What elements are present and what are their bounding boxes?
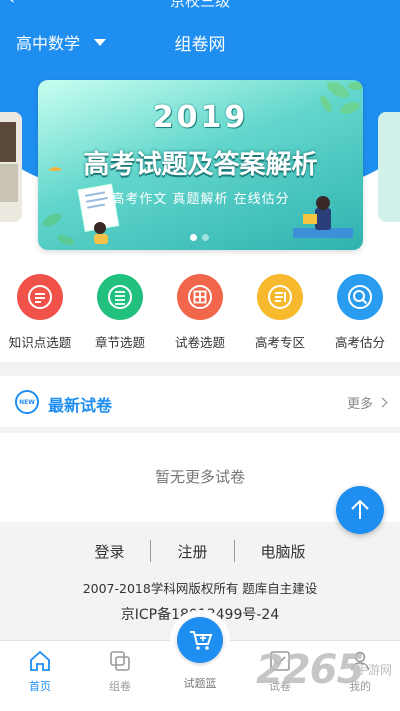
nav-label: 组卷 bbox=[109, 680, 131, 693]
more-link[interactable]: 更多 bbox=[346, 393, 388, 412]
desktop-version-link[interactable]: 电脑版 bbox=[235, 541, 332, 562]
nav-label-basket: 试题篮 bbox=[183, 677, 217, 690]
carousel-dot[interactable] bbox=[202, 234, 209, 241]
photo-thumbnail-icon bbox=[0, 112, 22, 222]
carousel-next-peek[interactable] bbox=[378, 112, 400, 222]
section-title: 最新试卷 bbox=[48, 396, 113, 415]
watermark-text: 手游网 bbox=[356, 663, 393, 677]
category-grid: 知识点选题 章节选题 试卷选题 高考专区 高考估分 bbox=[0, 270, 400, 360]
chevron-right-icon bbox=[377, 397, 388, 408]
category-label: 试卷选题 bbox=[174, 335, 225, 350]
category-label: 章节选题 bbox=[94, 335, 145, 350]
register-link[interactable]: 注册 bbox=[151, 541, 233, 562]
arrow-up-icon bbox=[351, 499, 369, 519]
nav-label: 首页 bbox=[29, 680, 51, 693]
nav-home[interactable]: 首页 bbox=[10, 649, 70, 694]
question-basket-button[interactable] bbox=[177, 617, 223, 663]
banner-year: 2019 bbox=[152, 100, 249, 135]
document-icon bbox=[257, 274, 303, 320]
section-divider bbox=[0, 362, 400, 376]
empty-state-text: 暂无更多试卷 bbox=[154, 468, 245, 486]
page-title: 组卷网 bbox=[174, 35, 226, 55]
more-label: 更多 bbox=[346, 397, 373, 412]
category-label: 高考估分 bbox=[334, 335, 385, 350]
list-icon bbox=[17, 274, 63, 320]
banner-headline: 高考试题及答案解析 bbox=[83, 150, 318, 180]
nav-compose[interactable]: 组卷 bbox=[90, 649, 150, 694]
compose-icon bbox=[110, 651, 130, 671]
latest-papers-header: NEW 最新试卷 更多 bbox=[0, 376, 400, 428]
header-bar: ‹ 京校三级 高中数学 组卷网 bbox=[0, 0, 400, 82]
login-link[interactable]: 登录 bbox=[68, 541, 150, 562]
watermark: 2265 手游网 bbox=[256, 647, 400, 707]
category-gaokao-zone[interactable]: 高考专区 bbox=[240, 270, 320, 360]
carousel-dot-active[interactable] bbox=[190, 234, 197, 241]
section-divider bbox=[0, 428, 400, 433]
copyright-text: 2007-2018学科网版权所有 题库自主建设 bbox=[82, 581, 318, 596]
banner-subtitle: 高考作文 真题解析 在线估分 bbox=[111, 192, 290, 207]
window-title: 京校三级 bbox=[169, 0, 230, 10]
new-badge-icon: NEW bbox=[15, 390, 39, 414]
category-gaokao-estimate[interactable]: 高考估分 bbox=[320, 270, 400, 360]
search-icon bbox=[337, 274, 383, 320]
grid-icon bbox=[177, 274, 223, 320]
footer-links: 登录 注册 电脑版 bbox=[0, 540, 400, 562]
home-icon bbox=[30, 650, 50, 671]
category-label: 高考专区 bbox=[254, 335, 305, 350]
category-label: 知识点选题 bbox=[8, 335, 72, 350]
category-knowledge-point[interactable]: 知识点选题 bbox=[0, 270, 80, 360]
carousel-prev-peek[interactable] bbox=[0, 112, 22, 222]
cart-icon bbox=[190, 631, 213, 650]
watermark-number: 2265 bbox=[256, 647, 364, 693]
scroll-to-top-button[interactable] bbox=[336, 486, 384, 534]
category-chapter[interactable]: 章节选题 bbox=[80, 270, 160, 360]
promo-banner[interactable]: 2019 高考试题及答案解析 高考作文 真题解析 在线估分 bbox=[38, 80, 363, 250]
category-paper[interactable]: 试卷选题 bbox=[160, 270, 240, 360]
chapter-icon bbox=[97, 274, 143, 320]
